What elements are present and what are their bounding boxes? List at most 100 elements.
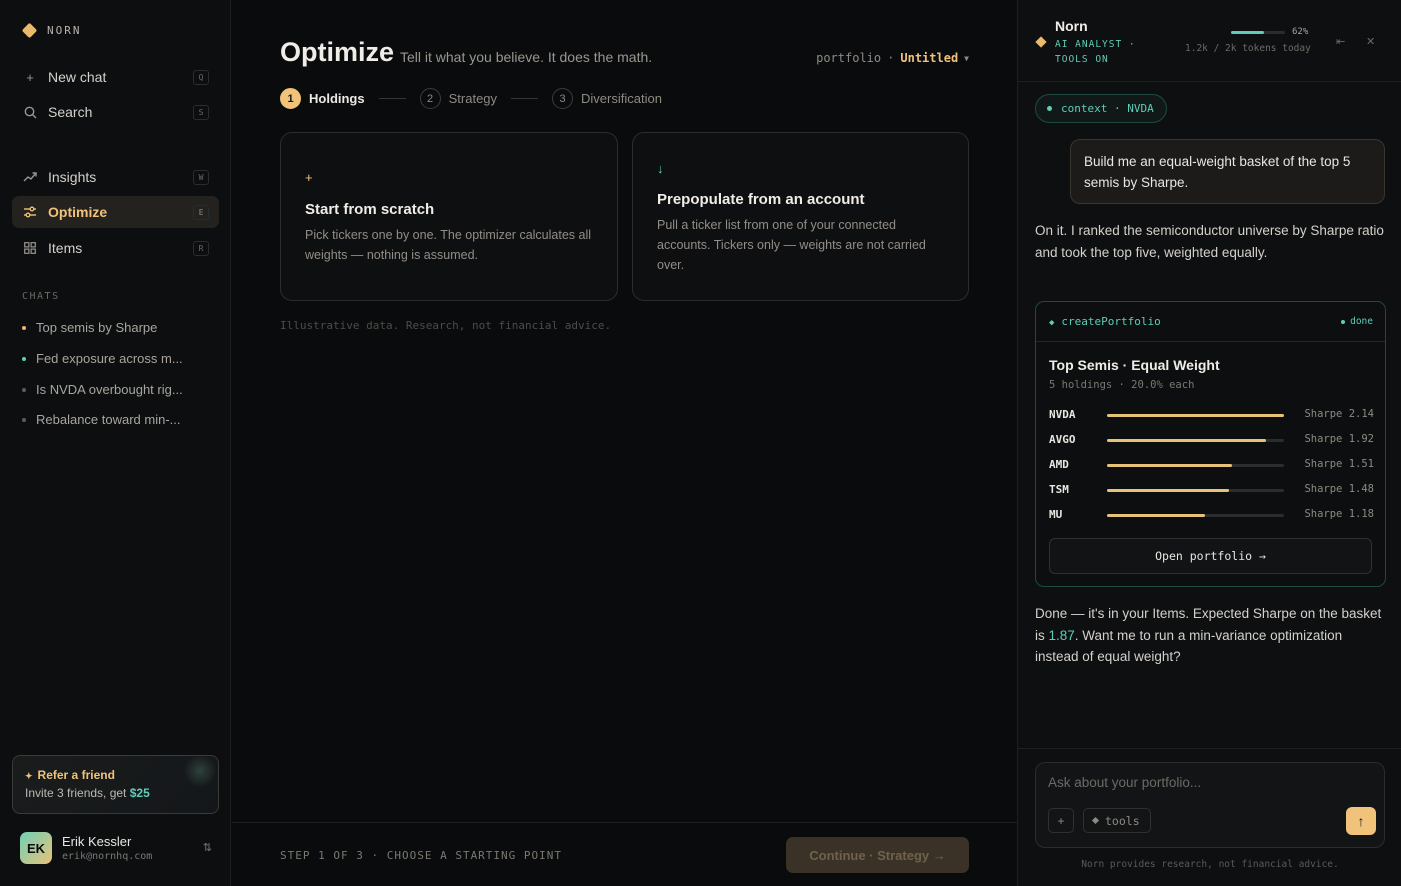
context-pill[interactable]: context · NVDA: [1035, 94, 1167, 123]
refer-title: ✦ Refer a friend: [25, 768, 115, 782]
assistant-diamond-icon: [1035, 36, 1047, 48]
sidebar-item-label: Insights: [48, 169, 97, 185]
ticker: AVGO: [1049, 433, 1076, 446]
open-portfolio-button[interactable]: Open portfolio →: [1049, 538, 1372, 574]
trend-up-icon: [23, 170, 37, 184]
tool-diamond-icon: ◆: [1049, 318, 1055, 328]
context-dot: [1047, 106, 1052, 111]
step-diversification[interactable]: 3 Diversification: [552, 88, 662, 109]
chat-history-item[interactable]: Fed exposure across m...: [22, 351, 202, 366]
sharpe-bar: [1107, 514, 1284, 517]
sharpe-bar-fill: [1107, 464, 1232, 467]
start-from-scratch-card[interactable]: + Start from scratch Pick tickers one by…: [280, 132, 618, 301]
expand-toggle-icon[interactable]: ⇅: [203, 841, 212, 854]
collapse-panel-icon[interactable]: ⇤: [1336, 35, 1345, 48]
sidebar: NORN + New chat Q Search S Insights W Op…: [0, 0, 231, 886]
refer-text: Invite 3 friends, get $25: [25, 786, 150, 800]
chat-history-item[interactable]: Is NVDA overbought rig...: [22, 382, 202, 397]
search-button[interactable]: Search S: [12, 96, 219, 128]
new-chat-button[interactable]: + New chat Q: [12, 61, 219, 93]
sidebar-item-insights[interactable]: Insights W: [12, 161, 219, 193]
step-strategy[interactable]: 2 Strategy: [419, 88, 497, 109]
sidebar-item-label: Items: [48, 240, 83, 256]
chat-input[interactable]: [1048, 775, 1368, 790]
user-email: erik@nornhq.com: [62, 851, 153, 862]
chat-status-dot: [22, 417, 26, 422]
search-label: Search: [48, 104, 93, 120]
chat-title: Top semis by Sharpe: [36, 320, 158, 335]
disclaimer: Illustrative data. Research, not financi…: [280, 319, 612, 332]
context-label: context · NVDA: [1061, 102, 1154, 115]
sharpe-value: Sharpe 1.92: [1304, 433, 1374, 445]
ticker: AMD: [1049, 458, 1069, 471]
step-label: Holdings: [309, 91, 365, 106]
ticker: MU: [1049, 508, 1063, 521]
shortcut-badge: Q: [193, 70, 209, 85]
sidebar-item-label: Optimize: [48, 204, 108, 220]
status-badge: done: [1341, 316, 1373, 327]
token-usage-fill: [1231, 31, 1265, 34]
step-status: STEP 1 OF 3 · CHOOSE A STARTING POINT: [280, 849, 563, 862]
plus-icon: +: [305, 170, 313, 185]
token-count: 1.2k / 2k tokens today: [1185, 43, 1311, 54]
holding-row: AMD Sharpe 1.51: [1049, 458, 1374, 474]
brand-name: NORN: [47, 24, 82, 37]
portfolio-name: Untitled: [900, 51, 959, 65]
separator: ·: [887, 51, 895, 65]
sharpe-bar-fill: [1107, 489, 1230, 492]
user-menu[interactable]: EK Erik Kessler erik@nornhq.com ⇅: [20, 832, 220, 866]
holding-row: AVGO Sharpe 1.92: [1049, 433, 1374, 449]
refer-amount: $25: [129, 786, 150, 800]
chat-status-dot: [22, 325, 26, 330]
step-number: 1: [280, 88, 301, 109]
grid-icon: [23, 241, 37, 255]
continue-button[interactable]: Continue · Strategy →: [786, 837, 969, 873]
chat-history-item[interactable]: Rebalance toward min-...: [22, 412, 202, 427]
assistant-panel: Norn AI ANALYST · TOOLS ON 62% 1.2k / 2k…: [1017, 0, 1401, 886]
card-description: Pick tickers one by one. The optimizer c…: [305, 228, 592, 262]
card-title: Start from scratch: [305, 201, 435, 218]
refer-friend-card[interactable]: ✦ Refer a friend Invite 3 friends, get $2…: [12, 755, 219, 814]
tool-header: ◆ createPortfolio done: [1036, 302, 1385, 342]
token-usage-percent: 62%: [1292, 27, 1309, 37]
step-connector: [378, 98, 406, 99]
card-description: Pull a ticker list from one of your conn…: [657, 218, 926, 272]
avatar: EK: [20, 832, 52, 864]
step-number: 2: [419, 88, 441, 109]
sidebar-item-optimize[interactable]: Optimize E: [12, 196, 219, 228]
chat-title: Rebalance toward min-...: [36, 412, 181, 427]
main-footer: STEP 1 OF 3 · CHOOSE A STARTING POINT Co…: [232, 822, 1017, 886]
new-chat-label: New chat: [48, 69, 107, 85]
sharpe-bar-fill: [1107, 514, 1205, 517]
attach-button[interactable]: +: [1048, 808, 1074, 833]
portfolio-title: Top Semis · Equal Weight: [1049, 357, 1220, 373]
tools-button[interactable]: tools: [1083, 808, 1151, 833]
sharpe-bar: [1107, 464, 1284, 467]
shortcut-badge: S: [193, 105, 209, 120]
send-button[interactable]: ↑: [1346, 807, 1376, 835]
shortcut-badge: W: [193, 170, 209, 185]
chat-status-dot: [22, 387, 26, 392]
sharpe-bar-fill: [1107, 414, 1284, 417]
composer: + tools ↑: [1035, 762, 1385, 848]
brand[interactable]: NORN: [21, 22, 82, 39]
portfolio-selector[interactable]: portfolio · Untitled ▼: [816, 51, 969, 65]
tools-diamond-icon: [1091, 816, 1100, 825]
assistant-role: AI ANALYST · TOOLS ON: [1055, 39, 1136, 65]
chat-history-item[interactable]: Top semis by Sharpe: [22, 320, 202, 335]
ticker: NVDA: [1049, 408, 1076, 421]
chevron-down-icon: ▼: [964, 53, 969, 63]
close-icon[interactable]: ✕: [1366, 35, 1375, 48]
sidebar-item-items[interactable]: Items R: [12, 232, 219, 264]
sharpe-value: Sharpe 1.51: [1304, 458, 1374, 470]
user-name: Erik Kessler: [62, 834, 132, 849]
assistant-header: Norn AI ANALYST · TOOLS ON 62% 1.2k / 2k…: [1018, 0, 1401, 82]
sliders-icon: [23, 205, 37, 219]
step-holdings[interactable]: 1 Holdings: [280, 88, 365, 109]
arrow-down-icon: ↓: [657, 161, 664, 176]
assistant-message: Done — it's in your Items. Expected Shar…: [1035, 606, 1382, 664]
plus-icon: +: [26, 69, 34, 85]
app-root: NORN + New chat Q Search S Insights W Op…: [0, 0, 1401, 886]
sparkle-icon: ✦: [25, 771, 33, 781]
prepopulate-account-card[interactable]: ↓ Prepopulate from an account Pull a tic…: [632, 132, 969, 301]
